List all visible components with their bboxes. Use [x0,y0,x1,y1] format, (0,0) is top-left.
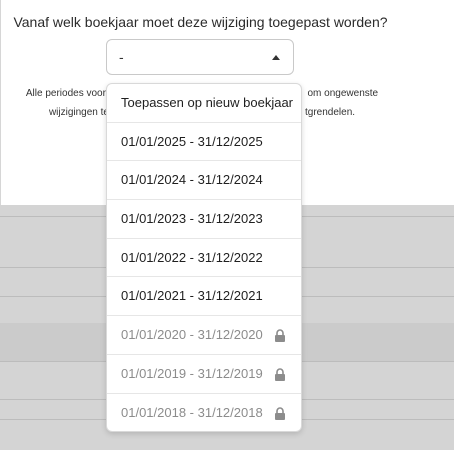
info-line2-left: wijzigingen te [48,107,109,118]
fiscal-year-select[interactable]: - [106,39,294,75]
lock-icon [275,368,285,381]
dropdown-option: 01/01/2020 - 31/12/2020 [107,316,301,355]
lock-icon [275,329,285,343]
dropdown-option[interactable]: Toepassen op nieuw boekjaar [107,84,301,123]
lock-icon [275,406,285,420]
dropdown-option-label: 01/01/2025 - 31/12/2025 [121,133,263,149]
dropdown-option-label: 01/01/2019 - 31/12/2019 [121,365,263,381]
dropdown-option[interactable]: 01/01/2025 - 31/12/2025 [107,123,301,162]
dropdown-option[interactable]: 01/01/2021 - 31/12/2021 [107,277,301,317]
select-value: - [119,49,124,65]
caret-up-icon[interactable] [272,55,280,60]
fiscal-year-dropdown[interactable]: Toepassen op nieuw boekjaar 01/01/2025 - … [106,83,302,432]
info-line1-left: Alle periodes voora [25,88,112,99]
dropdown-option-label: Toepassen op nieuw boekjaar [121,95,294,110]
dropdown-option-label: 01/01/2020 - 31/12/2020 [121,327,263,343]
info-line2-right: tgrendelen. [305,107,356,118]
dropdown-option-label: 01/01/2021 - 31/12/2021 [121,288,263,304]
dropdown-option[interactable]: 01/01/2023 - 31/12/2023 [107,200,301,239]
dropdown-option-label: 01/01/2018 - 31/12/2018 [121,404,263,420]
dropdown-option-label: 01/01/2023 - 31/12/2023 [121,211,263,227]
dropdown-option-label: 01/01/2024 - 31/12/2024 [121,172,263,188]
dropdown-option: 01/01/2018 - 31/12/2018 [107,394,301,432]
dropdown-option[interactable]: 01/01/2022 - 31/12/2022 [107,239,301,278]
dialog-question: Vanaf welk boekjaar moet deze wijziging … [13,14,388,30]
dropdown-option: 01/01/2019 - 31/12/2019 [107,355,301,394]
dropdown-option-label: 01/01/2022 - 31/12/2022 [121,249,263,265]
info-line1-right: om ongewenste [307,88,379,99]
dropdown-option[interactable]: 01/01/2024 - 31/12/2024 [107,161,301,201]
